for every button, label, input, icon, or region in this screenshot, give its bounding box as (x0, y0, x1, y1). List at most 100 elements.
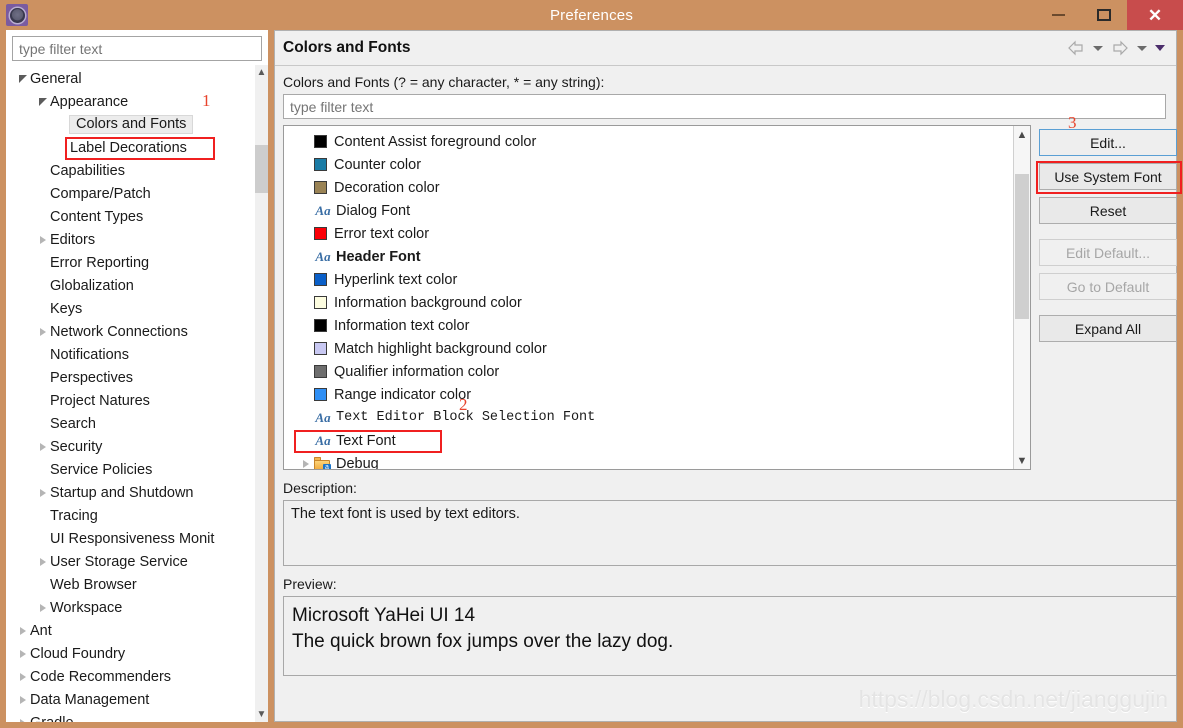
sidebar-item-label: User Storage Service (50, 553, 188, 570)
forward-menu-chevron-down-icon[interactable] (1136, 43, 1148, 53)
twisty-collapsed-icon[interactable] (16, 649, 30, 658)
reset-button[interactable]: Reset (1039, 197, 1177, 224)
list-item-label: Error text color (334, 225, 430, 242)
sidebar-item-appearance[interactable]: Appearance (6, 90, 254, 113)
sidebar-item-label: Capabilities (50, 162, 125, 179)
sidebar-scrollbar[interactable]: ▲ ▼ (254, 65, 268, 722)
scroll-up-icon[interactable]: ▲ (255, 65, 268, 80)
sidebar-item-security[interactable]: Security (6, 435, 254, 458)
preview-label: Preview: (283, 576, 337, 592)
close-button[interactable]: ✕ (1127, 0, 1183, 30)
twisty-collapsed-icon[interactable] (36, 557, 50, 566)
twisty-collapsed-icon[interactable] (16, 672, 30, 681)
list-item[interactable]: Aa Header Font (284, 245, 1013, 268)
twisty-collapsed-icon[interactable] (16, 695, 30, 704)
sidebar-item-colors-and-fonts[interactable]: Colors and Fonts (6, 113, 254, 136)
list-scroll-up-icon[interactable]: ▲ (1014, 126, 1030, 143)
twisty-collapsed-icon[interactable] (16, 626, 30, 635)
list-item[interactable]: Decoration color (284, 176, 1013, 199)
twisty-expanded-icon[interactable] (36, 97, 50, 106)
list-item[interactable]: Match highlight background color (284, 337, 1013, 360)
list-scroll-thumb[interactable] (1015, 174, 1029, 319)
sidebar-item-capabilities[interactable]: Capabilities (6, 159, 254, 182)
twisty-collapsed-icon[interactable] (36, 442, 50, 451)
back-arrow-icon[interactable] (1066, 40, 1086, 56)
list-item[interactable]: Information text color (284, 314, 1013, 337)
list-scrollbar[interactable]: ▲ ▼ (1013, 126, 1030, 469)
sidebar-item-user-storage-service[interactable]: User Storage Service (6, 550, 254, 573)
sidebar-filter-input[interactable] (12, 36, 262, 61)
colors-fonts-list[interactable]: Content Assist foreground color Counter c… (283, 125, 1031, 470)
expand-all-button[interactable]: Expand All (1039, 315, 1177, 342)
twisty-collapsed-icon[interactable] (298, 459, 314, 468)
sidebar-item-editors[interactable]: Editors (6, 228, 254, 251)
sidebar-item-ant[interactable]: Ant (6, 619, 254, 642)
sidebar-item-web-browser[interactable]: Web Browser (6, 573, 254, 596)
list-item[interactable]: Aa Dialog Font (284, 199, 1013, 222)
list-item-label: Range indicator color (334, 386, 472, 403)
sidebar-item-cloud-foundry[interactable]: Cloud Foundry (6, 642, 254, 665)
twisty-collapsed-icon[interactable] (36, 488, 50, 497)
sidebar-item-label: Search (50, 415, 96, 432)
list-item[interactable]: Aa Text Editor Block Selection Font (284, 406, 1013, 429)
sidebar-item-label-decorations[interactable]: Label Decorations (6, 136, 254, 159)
sidebar-item-label: Startup and Shutdown (50, 484, 194, 501)
twisty-collapsed-icon[interactable] (36, 235, 50, 244)
sidebar-item-label: Colors and Fonts (69, 115, 194, 134)
sidebar-item-data-management[interactable]: Data Management (6, 688, 254, 711)
twisty-collapsed-icon[interactable] (36, 603, 50, 612)
maximize-button[interactable] (1081, 0, 1127, 30)
twisty-expanded-icon[interactable] (16, 74, 30, 83)
sidebar-item-gradle[interactable]: Gradle (6, 711, 254, 722)
colors-fonts-list-items[interactable]: Content Assist foreground color Counter c… (284, 126, 1013, 469)
list-scroll-down-icon[interactable]: ▼ (1014, 452, 1030, 469)
sidebar-item-ui-responsiveness-monit[interactable]: UI Responsiveness Monit (6, 527, 254, 550)
back-menu-chevron-down-icon[interactable] (1092, 43, 1104, 53)
sidebar-item-content-types[interactable]: Content Types (6, 205, 254, 228)
forward-arrow-icon[interactable] (1110, 40, 1130, 56)
sidebar-item-tracing[interactable]: Tracing (6, 504, 254, 527)
twisty-collapsed-icon[interactable] (16, 718, 30, 722)
sidebar-item-perspectives[interactable]: Perspectives (6, 366, 254, 389)
scroll-down-icon[interactable]: ▼ (255, 707, 268, 722)
window-controls: ✕ (1035, 0, 1183, 30)
sidebar-item-label: Code Recommenders (30, 668, 172, 685)
close-icon: ✕ (1147, 5, 1163, 25)
page-nav-toolbar (1066, 40, 1170, 56)
sidebar-item-search[interactable]: Search (6, 412, 254, 435)
list-item[interactable]: Hyperlink text color (284, 268, 1013, 291)
sidebar-item-error-reporting[interactable]: Error Reporting (6, 251, 254, 274)
list-item[interactable]: Aa Text Font (284, 429, 1013, 452)
list-item-label: Counter color (334, 156, 422, 173)
list-item[interactable]: Counter color (284, 153, 1013, 176)
sidebar-item-compare-patch[interactable]: Compare/Patch (6, 182, 254, 205)
preferences-tree[interactable]: General Appearance Colors and Fonts Label D… (6, 65, 254, 722)
edit-default-button: Edit Default... (1039, 239, 1177, 266)
list-item[interactable]: Information background color (284, 291, 1013, 314)
sidebar-item-network-connections[interactable]: Network Connections (6, 320, 254, 343)
sidebar-item-workspace[interactable]: Workspace (6, 596, 254, 619)
sidebar-item-service-policies[interactable]: Service Policies (6, 458, 254, 481)
color-swatch (314, 273, 327, 286)
sidebar-item-notifications[interactable]: Notifications (6, 343, 254, 366)
sidebar-item-general[interactable]: General (6, 67, 254, 90)
sidebar-item-label: Content Types (50, 208, 144, 225)
twisty-collapsed-icon[interactable] (36, 327, 50, 336)
sidebar-item-startup-and-shutdown[interactable]: Startup and Shutdown (6, 481, 254, 504)
list-item[interactable]: Content Assist foreground color (284, 130, 1013, 153)
sidebar-item-keys[interactable]: Keys (6, 297, 254, 320)
sidebar-item-project-natures[interactable]: Project Natures (6, 389, 254, 412)
overflow-chevron-down-filled-icon[interactable] (1154, 43, 1166, 53)
list-item[interactable]: Range indicator color (284, 383, 1013, 406)
list-item[interactable]: a Debug (284, 452, 1013, 469)
use-system-font-button[interactable]: Use System Font (1036, 161, 1182, 194)
sidebar-scroll-thumb[interactable] (255, 145, 268, 193)
sidebar-item-globalization[interactable]: Globalization (6, 274, 254, 297)
sidebar-item-label: Workspace (50, 599, 123, 616)
colors-fonts-filter-input[interactable] (283, 94, 1166, 119)
minimize-button[interactable] (1035, 0, 1081, 30)
sidebar-item-code-recommenders[interactable]: Code Recommenders (6, 665, 254, 688)
list-item[interactable]: Qualifier information color (284, 360, 1013, 383)
list-item[interactable]: Error text color (284, 222, 1013, 245)
edit-button[interactable]: Edit... 3 (1039, 114, 1177, 156)
